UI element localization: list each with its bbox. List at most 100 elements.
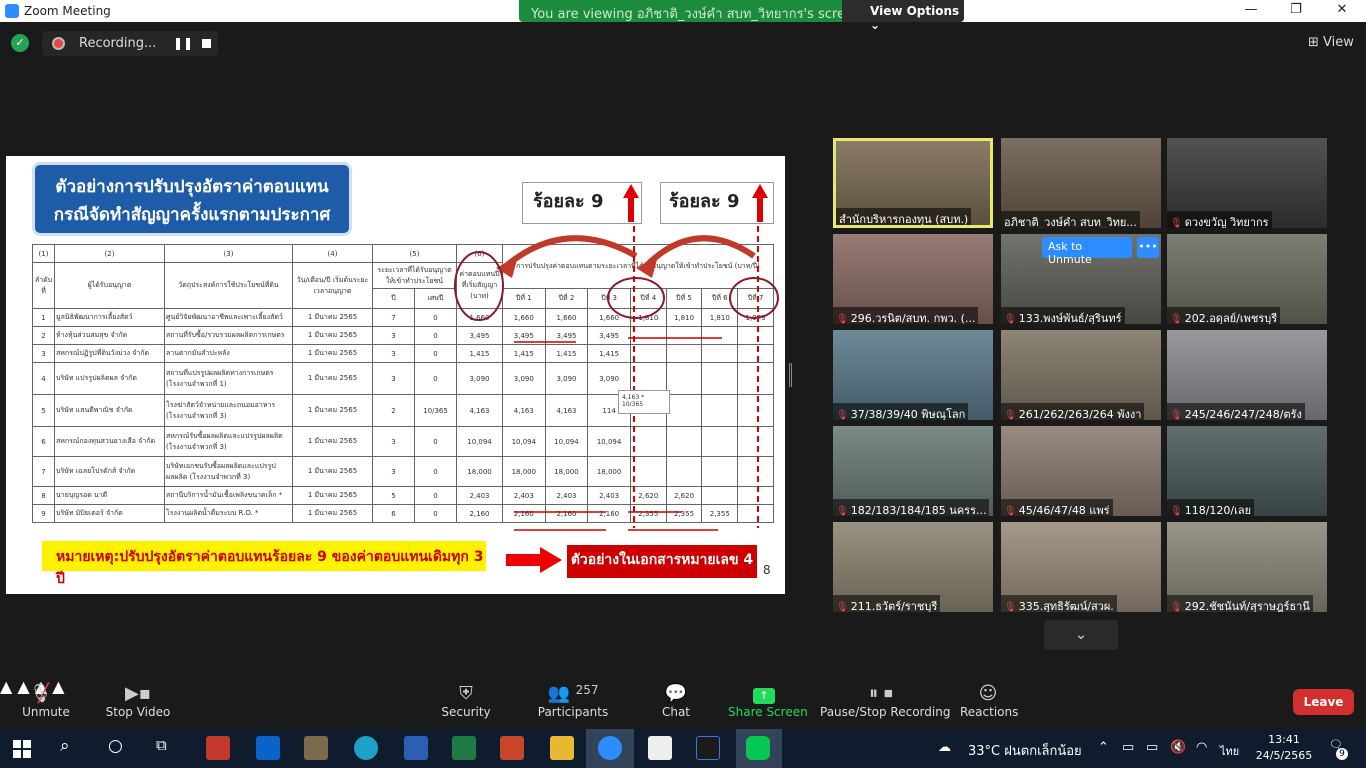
viewing-text: You are viewing อภิชาติ_วงษ์คำ สบท_วิทยา… [531,7,862,22]
word-icon[interactable] [404,736,428,760]
year-header: ปีที่ 6 [701,288,739,309]
table-cell [737,326,774,345]
unmute-button[interactable]: 🎙╱ Unmute [20,677,72,729]
share-screen-label: Share Screen [728,705,808,719]
unmute-label: Unmute [22,705,70,719]
participant-name: 🎙 182/183/184/185 นครร... [833,499,990,516]
search-icon[interactable]: ⌕ [60,736,84,760]
table-cell: 10,094 [502,426,546,457]
year-header: ปีที่ 4 [629,288,667,309]
powerpoint-icon[interactable] [500,736,524,760]
leave-button[interactable]: Leave [1293,689,1354,715]
participant-name: 🎙 118/120/เลย [1167,499,1255,516]
pause-recording-button[interactable]: ❚❚ [173,36,193,50]
app-icon-brown[interactable] [304,736,328,760]
audio-options-caret-icon[interactable]: ▲ [0,677,12,696]
table-cell: 5 [32,394,55,427]
participant-tile[interactable]: 🎙 292.ชัชนันท์/สุราษฎร์ธานี [1167,522,1327,612]
more-participants-chevron-icon[interactable]: ⌄ [1044,620,1118,650]
table-cell: 4,163 [502,394,546,427]
excel-icon[interactable] [452,736,476,760]
share-screen-button[interactable]: ↑ Share Screen [728,677,808,729]
participant-tile[interactable]: 🎙 296.วรนิต/สบท. กพว. (... [833,234,993,324]
system-clock[interactable]: 13:41 24/5/2565 [1254,732,1314,764]
store-icon[interactable] [648,736,672,760]
chat-label: Chat [661,705,691,719]
participants-label: Participants [537,705,609,719]
table-cell [737,362,774,395]
mic-muted-icon: 🎙 [836,314,849,324]
maximize-button[interactable]: ❐ [1281,2,1311,20]
outlook-icon[interactable] [256,736,280,760]
participants-button[interactable]: 👥 257 Participants [536,677,610,729]
participant-tile[interactable]: 🎙 202.อดุลย์/เพชรบุรี [1167,234,1327,324]
table-cell: สถานที่รับซื้อ/รวบรวมผลผลิตการเกษตร [164,326,293,345]
ask-to-unmute-button[interactable]: Ask to Unmute [1042,237,1132,266]
participant-tile[interactable]: 🎙 211.ธวัตร์/ราชบุรี [833,522,993,612]
security-button[interactable]: ⛨ Security [440,677,492,729]
zoom-taskbar-icon[interactable] [598,736,622,760]
close-button[interactable]: ✕ [1327,2,1357,20]
year-header: ปีที่ 5 [665,288,703,309]
col-number: (3) [164,244,293,263]
weather-text[interactable]: 33°C ฝนตกเล็กน้อย [968,740,1082,761]
chat-button[interactable]: 💬 Chat [656,677,696,729]
participant-name: 🎙 261/262/263/264 พังงา [1001,403,1145,420]
participant-tile[interactable]: 🎙 118/120/เลย [1167,426,1327,516]
participant-tile[interactable]: สำนักบริหารกองทุน (สบท.) [833,138,993,228]
stop-recording-button[interactable] [202,39,211,48]
participant-name: อภิชาติ_วงษ์คำ สบท_วิทย... [1001,211,1140,228]
mic-muted-icon: 🎙 [1004,506,1017,516]
table-cell: สหกรณ์รับซื้อผลผลิตและแปรรูปผลผลิต (โรงง… [164,426,293,457]
security-shield-icon[interactable]: ✓ [11,34,29,52]
reactions-button[interactable]: ☺ Reactions [960,677,1018,729]
table-row: 9 บริษัท มิปิยเตอร์ จำกัด โรงงานผลิตน้ำดื่… [32,504,774,523]
wifi-icon[interactable]: ◠ [1196,740,1207,755]
battery-icon[interactable]: ▭ [1146,740,1158,755]
language-indicator[interactable]: ไทย [1220,742,1239,760]
cortana-icon[interactable]: ○ [108,736,132,760]
task-view-icon[interactable]: ⧉ [156,736,180,760]
participant-name-text: 261/262/263/264 พังงา [1018,408,1142,420]
participant-tile[interactable]: 🎙 245/246/247/248/ตรัง [1167,330,1327,420]
period-fraction-header: เศษปี [414,288,457,309]
table-cell: 10,094 [587,426,631,457]
participant-tile[interactable]: 🎙 37/38/39/40 พิษณุโลก [833,330,993,420]
table-cell: 3,090 [544,362,589,395]
windows-start-icon[interactable] [12,739,32,759]
weather-icon[interactable]: ☁ [938,740,951,755]
minimize-button[interactable]: — [1236,2,1266,20]
participant-name: 🎙 292.ชัชนันท์/สุราษฎร์ธานี [1167,595,1313,612]
participant-tile[interactable]: 🎙 261/262/263/264 พังงา [1001,330,1161,420]
table-cell: 10,094 [456,426,503,457]
participant-tile[interactable]: 🎙 182/183/184/185 นครร... [833,426,993,516]
webex-icon[interactable] [696,736,720,760]
table-cell: 1,415 [502,344,546,363]
participant-tile[interactable]: อภิชาติ_วงษ์คำ สบท_วิทย... [1001,138,1161,228]
edge-icon[interactable] [354,736,378,760]
table-cell: นายบุญรอด นาดี [54,486,165,505]
participant-tile[interactable]: 🎙 ดวงขวัญ วิทยากร [1167,138,1327,228]
view-button[interactable]: ⊞ View [1308,35,1354,50]
participant-more-button[interactable]: ••• [1137,237,1159,258]
participant-name-text: 37/38/39/40 พิษณุโลก [850,408,966,420]
table-cell [629,344,667,363]
panel-splitter-handle[interactable] [789,363,792,387]
tray-chevron-icon[interactable]: ⌃ [1098,740,1109,755]
stop-video-button[interactable]: ▶▪ Stop Video [104,677,172,729]
meet-now-icon[interactable]: ▭ [1122,740,1134,755]
table-cell: 4 [32,362,55,395]
view-label: View [1323,35,1354,50]
participant-tile[interactable]: 🎙 45/46/47/48 แพร่ [1001,426,1161,516]
table-cell: ลานตากมันสำปะหลัง [164,344,293,363]
notification-center-icon[interactable]: 🗨 9 [1326,738,1348,760]
table-cell: 7 [372,308,415,327]
pause-stop-recording-button[interactable]: ⏸ ⏹ Pause/Stop Recording [820,677,950,729]
view-options-button[interactable]: View Options ⌄ [842,0,964,32]
file-explorer-icon[interactable] [550,736,574,760]
volume-muted-icon[interactable]: 🔇 [1170,740,1186,755]
table-cell: ห้างหุ้นส่วนสมสุข จำกัด [54,326,165,345]
line-icon[interactable] [746,736,770,760]
participant-tile[interactable]: 🎙 335.สุทธิรัฒน์/สวผ. [1001,522,1161,612]
app-icon-red[interactable] [206,736,230,760]
